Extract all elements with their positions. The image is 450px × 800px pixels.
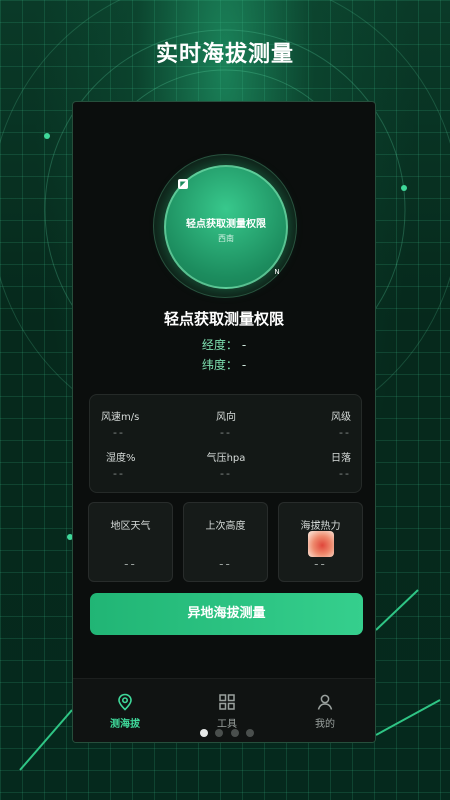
page-dot[interactable] (215, 729, 223, 737)
sunset-value: -- (339, 467, 351, 480)
info-cards: 地区天气 -- 上次高度 -- 海拔热力 -- (88, 502, 363, 582)
tab-tools[interactable]: 工具 (177, 693, 277, 730)
user-icon (317, 694, 333, 710)
remote-altitude-button[interactable]: 异地海拔测量 (90, 593, 363, 635)
weather-panel: 风速m/s -- 风向 -- 风级 -- 湿度% -- 气压hpa -- 日落 … (89, 394, 362, 493)
compass-outer-ring: 轻点获取测量权限 西南 ◤ N (153, 154, 297, 298)
wind-direction-value: -- (220, 426, 232, 439)
wind-speed: 风速m/s -- (101, 408, 191, 439)
altitude-heatmap-value: -- (314, 557, 327, 571)
longitude-row: 经度： - (73, 336, 375, 353)
longitude-value: - (241, 338, 247, 352)
longitude-label: 经度： (201, 338, 238, 352)
wind-level: 风级 -- (261, 408, 351, 439)
page-dot[interactable] (200, 729, 208, 737)
altitude-heatmap-card[interactable]: 海拔热力 -- (278, 502, 363, 582)
latitude-value: - (241, 358, 247, 372)
wind-direction: 风向 -- (181, 408, 271, 439)
tab-profile-label: 我的 (315, 719, 335, 730)
compass-n-label: N (274, 268, 280, 276)
heatmap-thumbnail-image (308, 531, 334, 557)
wind-level-value: -- (339, 426, 351, 439)
wind-speed-value: -- (113, 426, 125, 439)
location-pin-icon (118, 693, 132, 711)
grid-icon (219, 694, 235, 710)
tab-measure-altitude[interactable]: 测海拔 (75, 693, 175, 730)
page-dot[interactable] (246, 729, 254, 737)
compass-button[interactable]: 轻点获取测量权限 西南 ◤ N (164, 165, 288, 289)
page-indicator (200, 729, 260, 739)
page-title: 实时海拔测量 (155, 42, 294, 67)
humidity-label: 湿度% (106, 453, 136, 464)
compass-title: 轻点获取测量权限 (186, 219, 266, 230)
last-altitude-card[interactable]: 上次高度 -- (183, 502, 268, 582)
last-altitude-value: -- (219, 557, 232, 571)
last-altitude-title: 上次高度 (205, 521, 246, 532)
pressure: 气压hpa -- (181, 449, 271, 480)
tab-profile[interactable]: 我的 (275, 693, 375, 730)
app-screen: 轻点获取测量权限 西南 ◤ N 轻点获取测量权限 经度： - 纬度： - 风速m/s… (72, 101, 376, 743)
regional-weather-value: -- (124, 557, 137, 571)
pressure-label: 气压hpa (206, 453, 246, 464)
wind-speed-label: 风速m/s (101, 412, 140, 423)
compass-north-marker: ◤ (178, 179, 188, 189)
status-title[interactable]: 轻点获取测量权限 (73, 308, 375, 329)
sunset: 日落 -- (261, 449, 351, 480)
regional-weather-card[interactable]: 地区天气 -- (88, 502, 173, 582)
altitude-heatmap-title: 海拔热力 (300, 521, 341, 532)
sunset-label: 日落 (331, 453, 351, 464)
wind-direction-label: 风向 (216, 412, 236, 423)
latitude-label: 纬度： (201, 358, 238, 372)
wind-level-label: 风级 (331, 412, 351, 423)
tab-measure-altitude-label: 测海拔 (110, 719, 140, 730)
pressure-value: -- (220, 467, 232, 480)
latitude-row: 纬度： - (73, 356, 375, 373)
regional-weather-title: 地区天气 (110, 521, 151, 532)
page-dot[interactable] (231, 729, 239, 737)
compass-direction: 西南 (218, 234, 234, 243)
